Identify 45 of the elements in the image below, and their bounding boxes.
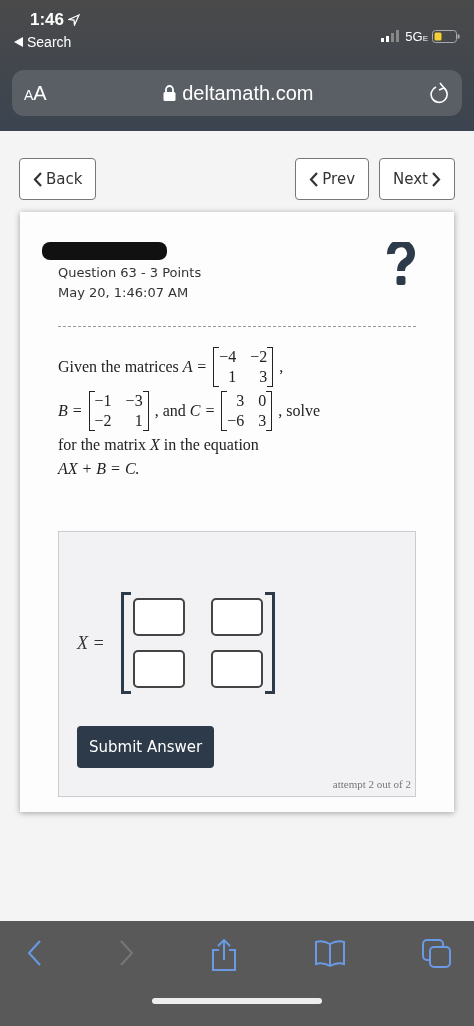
question-text: Given the matrices — [58, 358, 180, 376]
question-text: , and — [154, 402, 187, 420]
math-expression: B = — [58, 402, 83, 420]
reload-icon[interactable] — [430, 82, 450, 104]
question-timestamp: May 20, 1:46:07 AM — [58, 285, 190, 300]
lock-icon — [163, 85, 177, 101]
clock-time: 1:46 — [30, 10, 65, 30]
chevron-left-icon — [33, 171, 42, 187]
question-title: Question 63 - 3 Points — [58, 265, 202, 280]
triangle-left-icon — [14, 37, 23, 47]
answer-label: X = — [77, 632, 105, 654]
math-expression: AX + B = C. — [58, 460, 140, 478]
question-text: for the matrix — [58, 436, 147, 454]
matrix: −4 −2 1 3 — [213, 347, 274, 387]
submit-answer-button[interactable]: Submit Answer — [77, 726, 215, 768]
matrix-input-field[interactable] — [210, 598, 263, 636]
back-to-search-link[interactable]: Search — [14, 34, 81, 50]
help-icon[interactable] — [386, 242, 416, 286]
math-expression: A = — [182, 358, 208, 376]
next-button[interactable]: Next — [379, 158, 455, 200]
chevron-left-icon — [309, 171, 319, 187]
question-text: , — [279, 358, 284, 376]
math-expression: X — [149, 436, 160, 454]
chevron-right-icon — [432, 171, 441, 187]
text-size-button[interactable]: AA — [24, 81, 47, 105]
question-text: in the equation — [162, 436, 259, 454]
matrix-input-field[interactable] — [132, 650, 185, 688]
location-arrow-icon — [68, 14, 81, 26]
math-expression: C = — [189, 402, 216, 420]
question-text: , solve — [278, 402, 321, 420]
book-icon[interactable] — [313, 939, 346, 967]
matrix-input-field[interactable] — [132, 598, 185, 636]
back-button[interactable]: Back — [19, 158, 97, 200]
attempt-counter: attempt 2 out of 2 — [332, 778, 412, 790]
matrix: −1 −3 −2 1 — [88, 391, 149, 431]
address-bar[interactable]: AA deltamath.com — [12, 70, 462, 116]
battery-icon — [432, 29, 460, 43]
prev-button[interactable]: Prev — [295, 158, 370, 200]
matrix: 3 0 −6 3 — [221, 391, 273, 431]
signal-icon — [381, 30, 402, 42]
tabs-icon[interactable] — [422, 939, 452, 969]
url-text: deltamath.com — [182, 81, 314, 105]
matrix-input-field[interactable] — [210, 650, 263, 688]
share-icon[interactable] — [211, 939, 237, 971]
network-type: 5GE — [405, 28, 428, 44]
